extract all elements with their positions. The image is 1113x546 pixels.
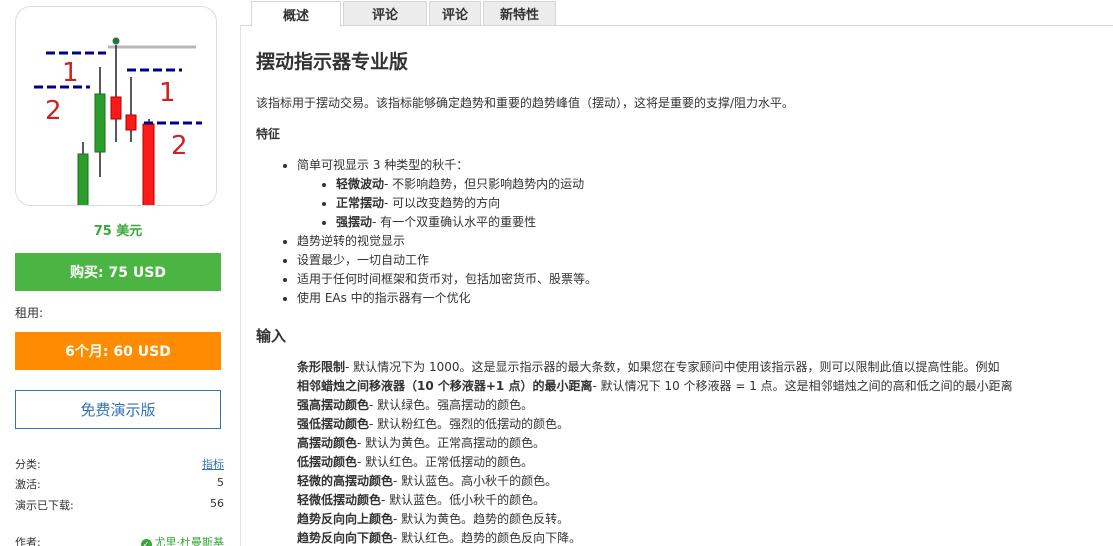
list-item: 强摆动- 有一个双重确认水平的重要性 bbox=[321, 213, 584, 232]
list-item: 趋势反向向下颜色- 默认红色。趋势的颜色反向下降。 bbox=[297, 529, 1113, 546]
list-item: 轻微的高摆动颜色- 默认蓝色。高小秋千的颜色。 bbox=[297, 472, 1113, 491]
tab-reviews[interactable]: 评论 bbox=[343, 1, 427, 26]
list-item: 条形限制- 默认情况下为 1000。这是显示指示器的最大条数，如果您在专家顾问中… bbox=[297, 358, 1113, 377]
inputs-list: 条形限制- 默认情况下为 1000。这是显示指示器的最大条数，如果您在专家顾问中… bbox=[297, 358, 1113, 546]
list-item-text: - 有一个双重确认水平的重要性 bbox=[372, 215, 537, 229]
list-item: 低摆动颜色- 默认红色。正常低摆动的颜色。 bbox=[297, 453, 1113, 472]
tab-bar: 概述 评论 评论 新特性 bbox=[240, 0, 1113, 27]
input-name: 高摆动颜色 bbox=[297, 436, 358, 450]
input-description: - 默认红色。正常低摆动的颜色。 bbox=[357, 455, 534, 469]
input-name: 趋势反向向下颜色 bbox=[297, 531, 394, 545]
list-item: 强低摆动颜色- 默认粉红色。强烈的低摆动的颜色。 bbox=[297, 415, 1113, 434]
meta-activations-value: 5 bbox=[217, 476, 224, 489]
input-name: 相邻蜡烛之间移液器（10 个移液器+1 点）的最小距离 bbox=[297, 379, 593, 393]
swing-chart-logo-image: 1 2 1 2 bbox=[34, 37, 202, 205]
input-description: - 默认蓝色。低小秋千的颜色。 bbox=[381, 493, 546, 507]
features-list: 简单可视显示 3 种类型的秋千： bbox=[282, 156, 468, 175]
input-description: - 默认蓝色。高小秋千的颜色。 bbox=[393, 474, 558, 488]
product-logo: 1 2 1 2 bbox=[15, 6, 217, 206]
input-description: - 默认情况下 10 个移液器 = 1 点。这是相邻蜡烛之间的高和低之间的最小距… bbox=[592, 379, 1013, 393]
verified-check-icon: ✓ bbox=[140, 539, 152, 546]
list-item: 轻微波动- 不影响趋势，但只影响趋势内的运动 bbox=[321, 175, 585, 194]
meta-category-label: 分类: bbox=[15, 458, 41, 471]
list-item: 趋势逆转的视觉显示 bbox=[282, 232, 597, 251]
input-description: - 默认红色。趋势的颜色反向下降。 bbox=[393, 531, 582, 545]
input-name: 条形限制 bbox=[297, 360, 346, 374]
tab-comments[interactable]: 评论 bbox=[429, 1, 481, 26]
features-heading: 特征 bbox=[256, 127, 281, 141]
list-item-text: - 不影响趋势，但只影响趋势内的运动 bbox=[384, 177, 585, 191]
list-item: 正常摆动- 可以改变趋势的方向 bbox=[321, 194, 584, 213]
divider bbox=[240, 26, 241, 546]
meta-activations-row: 激活: 5 bbox=[15, 476, 224, 492]
list-item: 趋势反向向上颜色- 默认为黄色。趋势的颜色反转。 bbox=[297, 510, 1113, 529]
list-item: 强高摆动颜色- 默认绿色。强高摆动的颜色。 bbox=[297, 396, 1113, 415]
meta-demo-downloads-value: 56 bbox=[210, 497, 224, 510]
product-sidebar: 1 2 1 2 75 美元 购买: 75 USD 租用: 6个月: 60 USD… bbox=[0, 0, 236, 546]
inputs-heading: 输入 bbox=[256, 327, 287, 345]
logo-label: 2 bbox=[45, 96, 62, 126]
input-description: - 默认为黄色。趋势的颜色反转。 bbox=[393, 512, 570, 526]
tab-whats-new[interactable]: 新特性 bbox=[483, 1, 556, 26]
meta-category-row: 分类: 指标 bbox=[15, 456, 224, 472]
rent-6-months-button[interactable]: 6个月: 60 USD bbox=[15, 332, 221, 370]
input-description: - 默认情况下为 1000。这是显示指示器的最大条数，如果您在专家顾问中使用该指… bbox=[345, 360, 1000, 374]
list-item: 相邻蜡烛之间移液器（10 个移液器+1 点）的最小距离- 默认情况下 10 个移… bbox=[297, 377, 1113, 396]
sub-features-list: 轻微波动- 不影响趋势，但只影响趋势内的运动 正常摆动- 可以改变趋势的方向 强… bbox=[321, 175, 585, 232]
tab-overview[interactable]: 概述 bbox=[251, 1, 341, 27]
logo-label: 1 bbox=[62, 58, 79, 88]
input-name: 低摆动颜色 bbox=[297, 455, 358, 469]
list-item-bold: 轻微波动 bbox=[336, 177, 385, 191]
meta-author-label: 作者: bbox=[15, 536, 41, 546]
list-item: 设置最少，一切自动工作 bbox=[282, 251, 597, 270]
page-title: 摆动指示器专业版 bbox=[256, 51, 409, 73]
input-description: - 默认为黄色。正常高摆动的颜色。 bbox=[357, 436, 546, 450]
price-label: 75 美元 bbox=[93, 224, 143, 239]
free-demo-button[interactable]: 免费演示版 bbox=[15, 390, 221, 429]
input-name: 趋势反向向上颜色 bbox=[297, 512, 394, 526]
author-link[interactable]: 尤里·杜曼斯基 bbox=[155, 536, 225, 546]
list-item: 使用 EAs 中的指示器有一个优化 bbox=[282, 289, 597, 308]
intro-paragraph: 该指标用于摆动交易。该指标能够确定趋势和重要的趋势峰值（摆动），这将是重要的支撑… bbox=[256, 96, 795, 110]
logo-label: 2 bbox=[171, 131, 188, 161]
input-name: 强低摆动颜色 bbox=[297, 417, 370, 431]
list-item: 适用于任何时间框架和货币对，包括加密货币、股票等。 bbox=[282, 270, 597, 289]
input-description: - 默认粉红色。强烈的低摆动的颜色。 bbox=[369, 417, 570, 431]
buy-button[interactable]: 购买: 75 USD bbox=[15, 253, 221, 291]
product-main: 概述 评论 评论 新特性 摆动指示器专业版 该指标用于摆动交易。该指标能够确定趋… bbox=[240, 0, 1113, 546]
rent-label: 租用: bbox=[15, 306, 44, 320]
input-name: 轻微低摆动颜色 bbox=[297, 493, 382, 507]
input-name: 强高摆动颜色 bbox=[297, 398, 370, 412]
meta-author-row: 作者: ✓ 尤里·杜曼斯基 bbox=[15, 534, 224, 546]
list-item: 简单可视显示 3 种类型的秋千： bbox=[282, 156, 468, 175]
meta-activations-label: 激活: bbox=[15, 478, 41, 491]
meta-demo-downloads-row: 演示已下载: 56 bbox=[15, 497, 224, 513]
meta-demo-downloads-label: 演示已下载: bbox=[15, 499, 74, 512]
list-item: 高摆动颜色- 默认为黄色。正常高摆动的颜色。 bbox=[297, 434, 1113, 453]
list-item-text: - 可以改变趋势的方向 bbox=[384, 196, 501, 210]
features-list-continued: 趋势逆转的视觉显示 设置最少，一切自动工作 适用于任何时间框架和货币对，包括加密… bbox=[282, 232, 597, 308]
category-link[interactable]: 指标 bbox=[202, 456, 224, 472]
list-item: 轻微低摆动颜色- 默认蓝色。低小秋千的颜色。 bbox=[297, 491, 1113, 510]
input-description: - 默认绿色。强高摆动的颜色。 bbox=[369, 398, 534, 412]
logo-label: 1 bbox=[159, 78, 176, 108]
author-link-wrap[interactable]: ✓ 尤里·杜曼斯基 bbox=[140, 534, 225, 546]
input-name: 轻微的高摆动颜色 bbox=[297, 474, 394, 488]
list-item-bold: 强摆动 bbox=[336, 215, 373, 229]
list-item-bold: 正常摆动 bbox=[336, 196, 385, 210]
